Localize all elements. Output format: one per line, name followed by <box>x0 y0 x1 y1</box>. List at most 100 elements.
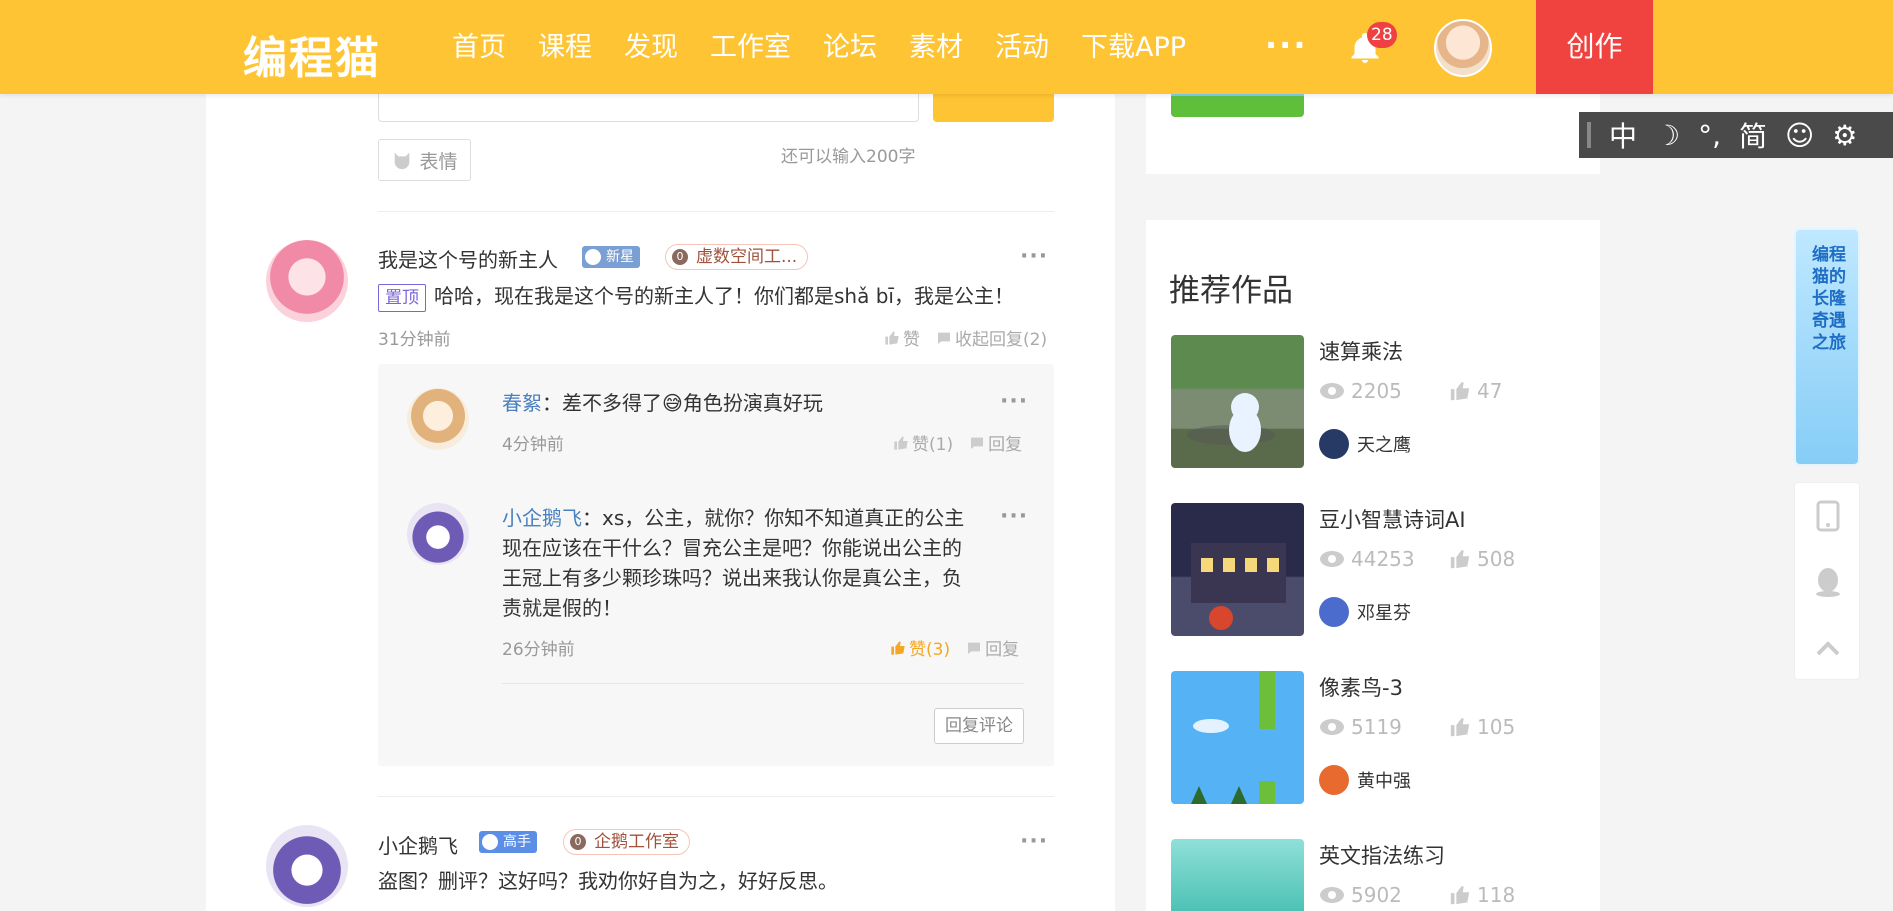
comment-actions: 赞 收起回复(2) <box>884 325 1047 350</box>
author-avatar <box>1319 765 1349 795</box>
reply-time: 4分钟前 <box>502 435 564 455</box>
like-button[interactable]: 赞(3) <box>890 635 950 660</box>
emoji-button[interactable]: 表情 <box>378 139 471 181</box>
like-count: 47 <box>1449 379 1502 403</box>
collapse-replies-button[interactable]: 收起回复(2) <box>936 325 1047 350</box>
author-avatar <box>1319 597 1349 627</box>
more-options-icon[interactable]: ··· <box>1000 389 1028 414</box>
moon-icon[interactable]: ☽ <box>1655 119 1680 152</box>
eye-icon <box>1320 887 1344 903</box>
view-count: 5902 <box>1319 883 1402 907</box>
user-avatar[interactable] <box>1434 19 1492 77</box>
comment-text: 盗图？删评？这好吗？我劝你好自为之，好好反思。 <box>378 869 838 893</box>
like-button[interactable]: 赞(1) <box>893 430 953 455</box>
more-options-icon[interactable]: ··· <box>1000 504 1028 529</box>
work-title[interactable]: 速算乘法 <box>1319 336 1403 366</box>
author-avatar <box>1319 429 1349 459</box>
more-options-icon[interactable]: ··· <box>1020 829 1048 854</box>
floating-toolbar <box>1794 482 1860 680</box>
reply-actions: 赞(1) 回复 <box>893 430 1022 455</box>
like-count: 508 <box>1449 547 1515 571</box>
work-title[interactable]: 豆小智慧诗词AI <box>1319 504 1466 534</box>
nav-studio[interactable]: 工作室 <box>710 28 791 68</box>
level-badge: 新星 <box>582 246 640 268</box>
nav-download-app[interactable]: 下载APP <box>1081 28 1186 68</box>
work-thumbnail[interactable] <box>1171 503 1304 636</box>
gear-icon[interactable]: ⚙ <box>1832 119 1857 152</box>
level-badge: 高手 <box>479 831 537 853</box>
more-options-icon[interactable]: ··· <box>1020 244 1048 269</box>
like-count: 105 <box>1449 715 1515 739</box>
work-thumbnail[interactable] <box>1171 839 1304 911</box>
work-author[interactable]: 邓星芬 <box>1319 597 1411 627</box>
nav-materials[interactable]: 素材 <box>909 28 963 68</box>
thumb-up-icon <box>1450 549 1470 569</box>
pinned-tag: 置顶 <box>378 284 426 312</box>
banner-text: 编程猫的长隆奇遇之旅 <box>1812 245 1846 353</box>
avatar[interactable] <box>407 503 469 565</box>
divider <box>502 683 1024 684</box>
studio-tag[interactable]: 0 企鹅工作室 <box>563 829 690 855</box>
eye-icon <box>1320 719 1344 735</box>
notification-badge: 28 <box>1367 22 1397 48</box>
thumb-up-icon <box>894 435 908 450</box>
comment-icon <box>971 437 984 449</box>
main-nav: 首页 课程 发现 工作室 论坛 素材 活动 下载APP <box>452 28 1218 68</box>
thumb-up-icon <box>891 640 905 655</box>
studio-tag[interactable]: 0 虚数空间工... <box>665 244 809 270</box>
nav-events[interactable]: 活动 <box>995 28 1049 68</box>
back-to-top-icon[interactable] <box>1795 615 1861 681</box>
thumb-up-icon <box>1450 885 1470 905</box>
work-thumbnail[interactable] <box>1171 671 1304 804</box>
work-thumbnail[interactable] <box>1171 335 1304 468</box>
cat-icon <box>395 152 410 170</box>
reply-button[interactable]: 回复 <box>966 635 1019 660</box>
view-count: 2205 <box>1319 379 1402 403</box>
thumb-up-icon <box>885 330 899 345</box>
ime-toolbar: 中 ☽ °, 简 ☺ ⚙ <box>1579 112 1893 158</box>
smiley-icon[interactable]: ☺ <box>1785 119 1814 152</box>
comment-icon <box>968 642 981 654</box>
work-author[interactable]: 黄中强 <box>1319 765 1411 795</box>
thumb-up-icon <box>1450 717 1470 737</box>
drag-handle[interactable] <box>1587 122 1591 148</box>
promo-banner[interactable]: 编程猫的长隆奇遇之旅 <box>1794 228 1860 466</box>
qq-icon[interactable] <box>1795 549 1861 615</box>
comment-time: 31分钟前 <box>378 330 451 350</box>
nav-discover[interactable]: 发现 <box>624 28 678 68</box>
emoji-label: 表情 <box>419 150 458 173</box>
avatar[interactable] <box>266 825 348 907</box>
work-title[interactable]: 像素鸟-3 <box>1319 672 1403 702</box>
eye-icon <box>1320 383 1344 399</box>
ime-mode-toggle[interactable]: 中 <box>1609 115 1637 155</box>
simplified-toggle[interactable]: 简 <box>1739 115 1767 155</box>
nav-more-button[interactable]: ··· <box>1265 26 1307 64</box>
nav-home[interactable]: 首页 <box>452 28 506 68</box>
comment-icon <box>938 332 950 344</box>
comment-author[interactable]: 小企鹅飞 <box>378 830 458 859</box>
reply-comment-button[interactable]: 回复评论 <box>934 708 1024 744</box>
view-count: 5119 <box>1319 715 1402 739</box>
reply-text: 小企鹅飞：xs，公主，就你？你知不知道真正的公主现在应该在干什么？冒充公主是吧？… <box>502 506 965 620</box>
nav-forum[interactable]: 论坛 <box>823 28 877 68</box>
comment-author[interactable]: 我是这个号的新主人 <box>378 244 558 273</box>
thumb-up-icon <box>1450 381 1470 401</box>
section-title: 推荐作品 <box>1169 273 1293 309</box>
divider <box>378 796 1054 797</box>
create-button[interactable]: 创作 <box>1536 0 1653 94</box>
like-count: 118 <box>1449 883 1515 907</box>
avatar[interactable] <box>266 240 348 322</box>
char-count: 还可以输入200字 <box>781 147 916 167</box>
like-button[interactable]: 赞 <box>884 325 920 350</box>
avatar[interactable] <box>407 388 469 450</box>
eye-icon <box>1320 551 1344 567</box>
work-author[interactable]: 天之鹰 <box>1319 429 1411 459</box>
view-count: 44253 <box>1319 547 1415 571</box>
reply-text: 春絮：差不多得了😅角色扮演真好玩 <box>502 391 823 415</box>
work-title[interactable]: 英文指法练习 <box>1319 840 1445 870</box>
punctuation-toggle[interactable]: °, <box>1698 119 1721 152</box>
reply-button[interactable]: 回复 <box>969 430 1022 455</box>
nav-courses[interactable]: 课程 <box>538 28 592 68</box>
site-logo[interactable]: 编程猫 <box>243 22 381 86</box>
tablet-icon[interactable] <box>1795 483 1861 549</box>
